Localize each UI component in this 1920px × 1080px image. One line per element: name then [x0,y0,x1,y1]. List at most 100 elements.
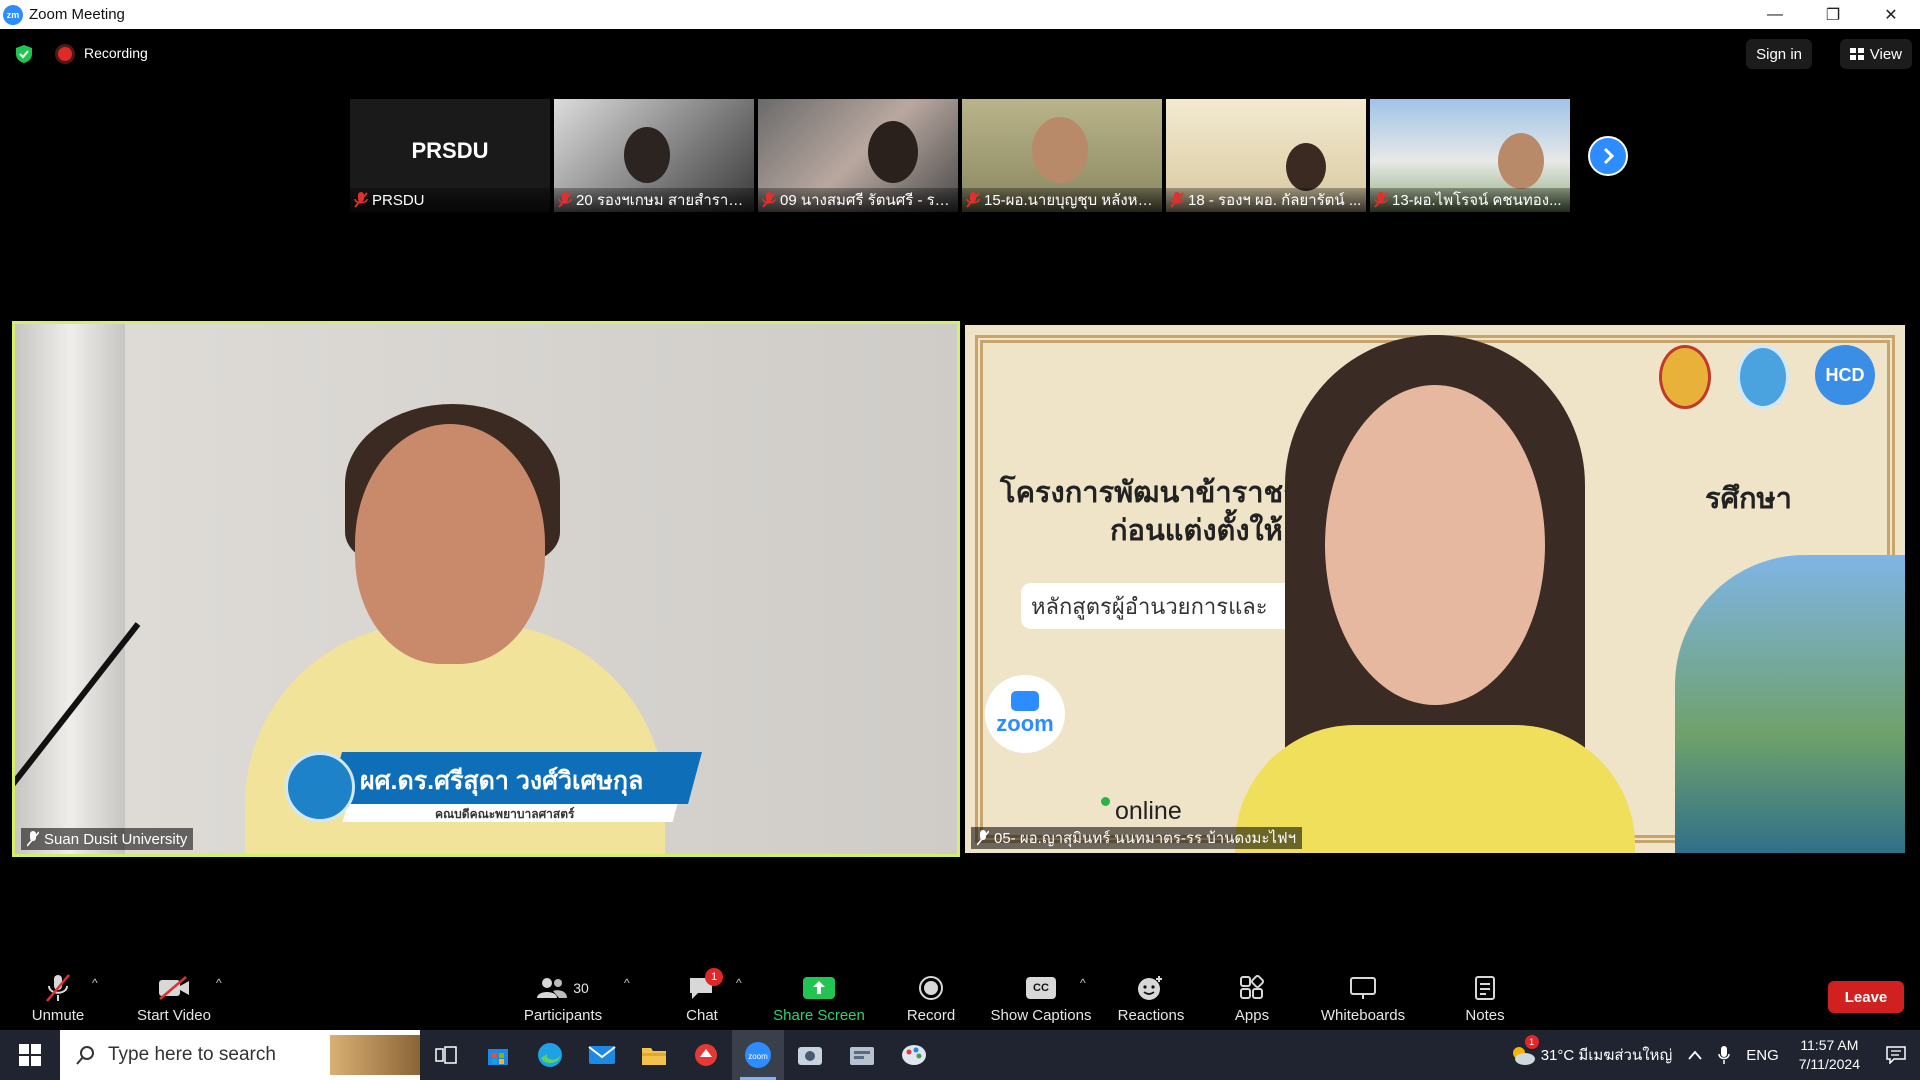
show-captions-label: Show Captions [990,1007,1092,1024]
participant-tile[interactable]: 18 - รองฯ ผอ. กัลยารัตน์ ... [1166,99,1366,212]
restore-button[interactable]: ❐ [1804,0,1862,29]
participant-video-figure [624,127,670,183]
participants-count: 30 [573,980,589,996]
weather-alert-badge: 1 [1524,1035,1539,1049]
microphone-icon [1718,1046,1730,1064]
video-options-caret[interactable]: ^ [216,976,222,990]
zoom-app-icon: zm [3,4,23,25]
zoom-taskbar-icon[interactable]: zoom [732,1030,784,1080]
start-video-button[interactable]: Start Video [134,966,214,1030]
next-page-button[interactable] [1588,136,1628,176]
participant-video-figure [868,121,918,183]
notes-label: Notes [1465,1007,1505,1024]
mic-muted-icon [966,192,980,208]
unmute-button[interactable]: Unmute [26,966,90,1030]
show-captions-button[interactable]: CC Show Captions [990,966,1092,1030]
participant-label: 13-ผอ.ไพโรจน์ คชนทอง... [1370,188,1570,212]
taskbar-search-box[interactable]: Type here to search [60,1030,420,1080]
share-screen-button[interactable]: Share Screen [773,966,865,1030]
meeting-top-bar: Recording Sign in View [0,29,1920,79]
participant-name: 09 นางสมศรี รัตนศรี - รร.... [780,192,954,209]
participants-options-caret[interactable]: ^ [624,976,630,990]
participant-label: 18 - รองฯ ผอ. กัลยารัตน์ ... [1166,188,1366,212]
chat-options-caret[interactable]: ^ [736,976,742,990]
notes-button[interactable]: Notes [1464,966,1506,1030]
participant-tile[interactable]: 09 นางสมศรี รัตนศรี - รร.... [758,99,958,212]
chevron-up-icon [1688,1050,1702,1060]
banner-subtitle: คณบดีคณะพยาบาลศาสตร์ [435,807,575,821]
participant-display-name: PRSDU [411,137,489,163]
weather-widget[interactable]: 1 31°C มีเมฆส่วนใหญ่ [1501,1035,1681,1067]
zoom-camera-icon [1011,691,1039,711]
language-indicator[interactable]: ENG [1738,1047,1787,1064]
clock-date: 7/11/2024 [1798,1056,1860,1072]
app-paint-icon[interactable] [888,1030,940,1080]
whiteboards-label: Whiteboards [1320,1007,1406,1024]
recording-label[interactable]: Recording [84,45,148,61]
participants-icon [537,978,568,998]
banner-name: ผศ.ดร.ศรีสุดา วงศ์วิเศษกุล [360,767,644,795]
participant-name: 18 - รองฯ ผอ. กัลยารัตน์ ... [1188,192,1362,209]
online-word: online [1115,797,1182,825]
start-button[interactable] [0,1030,60,1080]
search-icon [76,1046,94,1065]
slide-title-line1: โครงการพัฒนาข้าราชก [1000,477,1301,509]
show-hidden-icons[interactable] [1680,1050,1710,1060]
captions-options-caret[interactable]: ^ [1080,976,1086,990]
view-button[interactable]: View [1839,39,1912,69]
audio-options-caret[interactable]: ^ [92,976,98,990]
search-highlight-image [330,1035,420,1075]
participant-tile[interactable]: 15-ผอ.นายบุญชุบ หลังหวั... [962,99,1162,212]
whiteboards-button[interactable]: Whiteboards [1318,966,1408,1030]
participant-tile[interactable]: 13-ผอ.ไพโรจน์ คชนทอง... [1370,99,1570,212]
chat-unread-badge: 1 [705,968,723,986]
chevron-right-icon [1603,147,1615,165]
task-view-icon[interactable] [420,1030,472,1080]
participant-name: 13-ผอ.ไพโรจน์ คชนทอง... [1392,192,1562,209]
microphone-tray-icon[interactable] [1710,1046,1738,1064]
close-button[interactable]: ✕ [1862,0,1920,29]
window-titlebar: zm Zoom Meeting — ❐ ✕ [0,0,1920,29]
mic-muted-icon [354,192,368,208]
sign-in-button[interactable]: Sign in [1746,39,1812,69]
slide-title-line2: ก่อนแต่งตั้งให้ [1110,515,1283,547]
video-participant-label: Suan Dusit University [21,828,194,850]
view-label: View [1869,45,1902,63]
participant-label: 15-ผอ.นายบุญชุบ หลังหวั... [962,188,1162,212]
taskbar-clock[interactable]: 11:57 AM 7/11/2024 [1787,1036,1872,1074]
record-label: Record [906,1007,956,1024]
share-screen-icon [803,977,835,999]
reactions-button[interactable]: Reactions [1118,966,1184,1030]
smiley-icon [1138,976,1162,1000]
participants-button[interactable]: 30 Participants [520,966,606,1030]
apps-button[interactable]: Apps [1234,966,1270,1030]
hcd-logo: HCD [1815,345,1875,405]
start-video-label: Start Video [137,1007,211,1024]
participant-name: 15-ผอ.นายบุญชุบ หลังหวั... [984,192,1158,209]
participant-tile[interactable]: 20 รองฯเกษม สายสำราญ... [554,99,754,212]
security-shield-icon[interactable] [16,45,32,63]
notification-center-icon[interactable] [1872,1046,1920,1064]
record-button[interactable]: Record [904,966,958,1030]
microsoft-store-icon[interactable] [472,1030,524,1080]
app-red-icon[interactable] [680,1030,732,1080]
participant-video-figure [1286,143,1326,191]
participant-tile[interactable]: PRSDU PRSDU [350,99,550,212]
edge-browser-icon[interactable] [524,1030,576,1080]
video-participant-name: Suan Dusit University [44,830,188,848]
apps-label: Apps [1234,1007,1270,1024]
chat-label: Chat [686,1007,718,1024]
app-window-icon[interactable] [784,1030,836,1080]
mail-icon[interactable] [576,1030,628,1080]
file-explorer-icon[interactable] [628,1030,680,1080]
slide-building-image [1675,555,1905,853]
participant-video[interactable]: HCD โครงการพัฒนาข้าราชก รศึกษา ก่อนแต่งต… [965,325,1905,853]
active-speaker-video[interactable]: ผศ.ดร.ศรีสุดา วงศ์วิเศษกุล คณบดีคณะพยาบา… [12,321,960,857]
windows-logo-icon [19,1044,41,1066]
app-document-icon[interactable] [836,1030,888,1080]
whiteboard-icon [1350,977,1376,999]
leave-button[interactable]: Leave [1828,981,1904,1013]
minimize-button[interactable]: — [1746,0,1804,29]
mic-muted-icon [977,830,989,846]
participant-face [1325,385,1545,705]
